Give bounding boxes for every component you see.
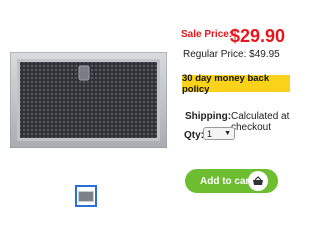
quantity-label: Qty: — [184, 130, 204, 141]
shipping-label: Shipping: — [185, 111, 232, 122]
shopping-basket-icon — [248, 171, 268, 191]
chevron-down-icon: ▼ — [224, 130, 231, 137]
add-to-cart-button[interactable]: Add to cart — [185, 169, 278, 193]
thumbnail-image — [78, 190, 94, 202]
sale-price: $29.90 — [230, 26, 286, 46]
quantity-value: 1 — [207, 128, 213, 139]
sale-price-label: Sale Price: — [181, 29, 233, 40]
product-thumbnail[interactable] — [75, 185, 97, 207]
money-back-badge: 30 day money back policy — [182, 73, 290, 95]
product-image[interactable] — [10, 52, 167, 148]
regular-price: Regular Price: $49.95 — [183, 49, 280, 60]
shipping-value: Calculated at checkout — [231, 111, 290, 133]
quantity-select[interactable]: 1 ▼ — [203, 127, 235, 140]
add-to-cart-label: Add to cart — [200, 175, 253, 187]
